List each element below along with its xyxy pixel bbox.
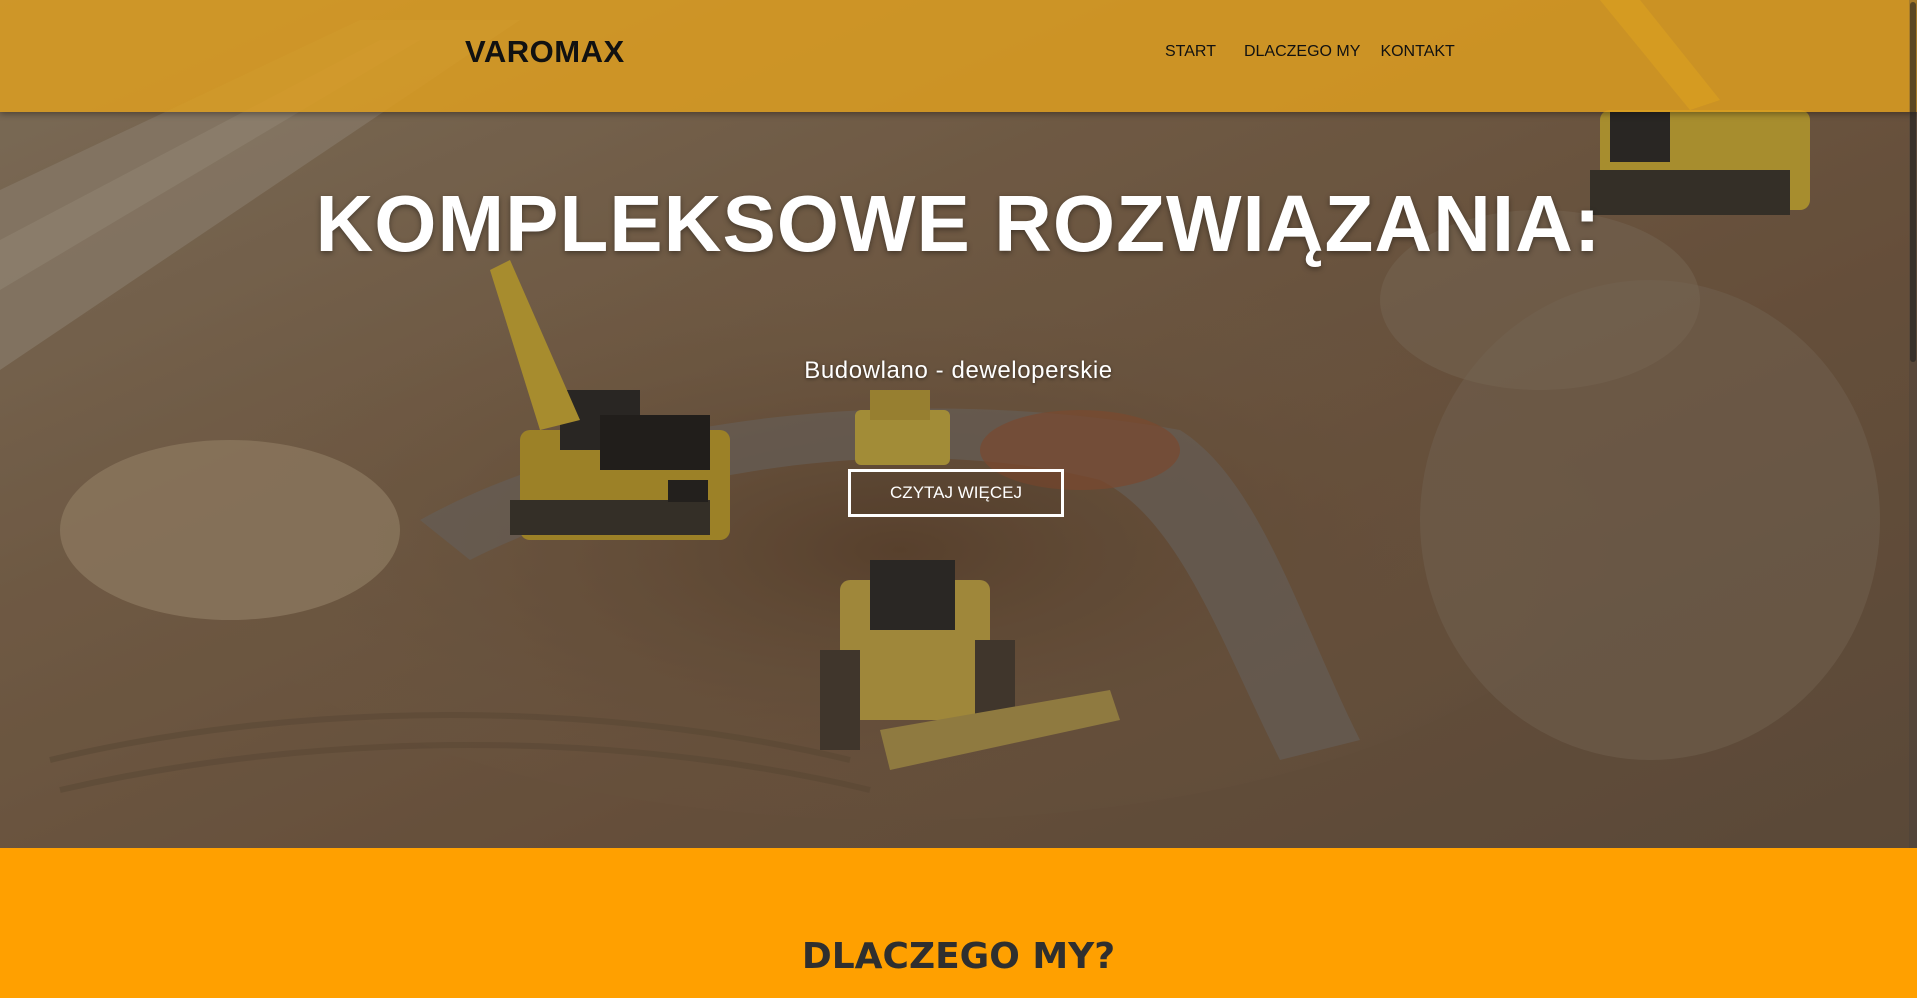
why-us-title: DLACZEGO MY? — [801, 936, 1116, 977]
hero-subheadline: Budowlano - deweloperskie — [804, 357, 1113, 384]
site-header: VAROMAX START DLACZEGO MY KONTAKT — [0, 0, 1917, 112]
hero-overlay — [0, 0, 1917, 848]
page-scrollbar[interactable] — [1909, 0, 1917, 848]
nav-link-contact[interactable]: KONTAKT — [1380, 43, 1454, 61]
nav-link-start[interactable]: START — [1165, 43, 1216, 61]
site-logo[interactable]: VAROMAX — [465, 34, 625, 70]
scrollbar-thumb[interactable] — [1910, 2, 1916, 362]
hero-headline: KOMPLEKSOWE ROZWIĄZANIA: — [315, 179, 1602, 268]
read-more-button[interactable]: CZYTAJ WIĘCEJ — [848, 469, 1064, 517]
nav-link-why-us[interactable]: DLACZEGO MY — [1244, 43, 1360, 61]
main-navigation: START DLACZEGO MY KONTAKT — [1165, 43, 1455, 61]
hero-section: VAROMAX START DLACZEGO MY KONTAKT KOMPLE… — [0, 0, 1917, 848]
